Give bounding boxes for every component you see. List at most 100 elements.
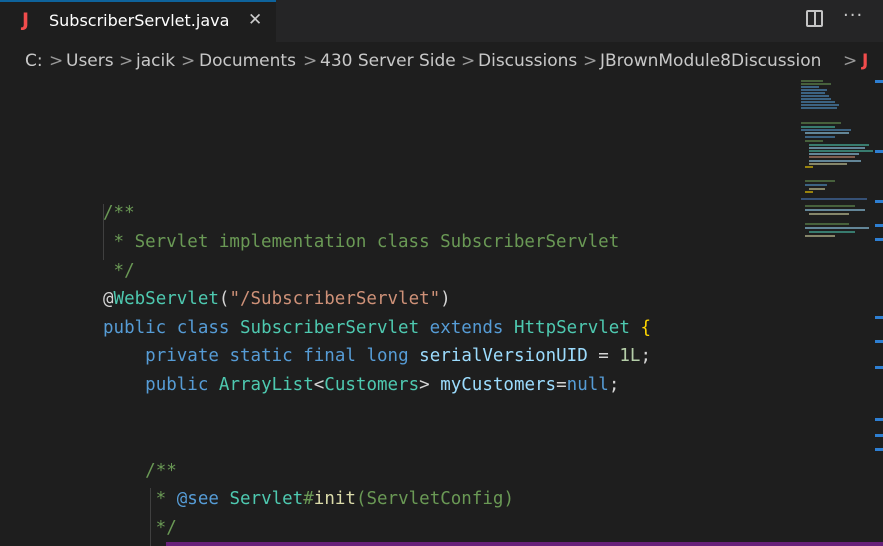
breadcrumb-item[interactable]: Users	[66, 51, 114, 71]
minimap-line	[809, 163, 847, 165]
code-line[interactable]: 19	[0, 142, 800, 170]
code-line[interactable]: 18	[0, 114, 800, 142]
minimap-line	[805, 140, 823, 142]
breadcrumb-item[interactable]: jacik	[136, 51, 175, 71]
code-text: /**	[103, 199, 135, 227]
minimap-line	[809, 147, 865, 149]
code-line[interactable]: 30 /**	[0, 457, 800, 485]
minimap-line	[801, 104, 839, 106]
minimap-line	[801, 101, 835, 103]
minimap-line	[801, 92, 825, 94]
code-token: init	[313, 489, 356, 510]
minimap-line	[809, 153, 859, 155]
editor-tab[interactable]: J SubscriberServlet.java ✕	[0, 0, 276, 42]
close-icon[interactable]: ✕	[248, 10, 262, 30]
code-token: ArrayList	[218, 375, 314, 395]
code-line[interactable]: 27 public ArrayList<Customers> myCustome…	[0, 371, 800, 399]
code-token: private	[145, 346, 219, 367]
minimap-line	[805, 136, 835, 138]
code-token: ;	[608, 375, 620, 395]
code-token: HttpServlet	[513, 317, 630, 338]
minimap[interactable]	[801, 78, 873, 248]
code-line[interactable]: 31 * @see Servlet#init(ServletConfig)	[0, 485, 800, 513]
code-line[interactable]: 32 */	[0, 514, 800, 542]
code-token: class	[176, 317, 230, 338]
code-token: {	[640, 317, 651, 338]
code-token: )	[440, 289, 451, 310]
code-line[interactable]: 24@WebServlet("/SubscriberServlet")	[0, 285, 800, 313]
split-editor-icon[interactable]	[806, 10, 823, 27]
minimap-line	[809, 231, 855, 233]
code-line[interactable]: 25public class SubscriberServlet extends…	[0, 314, 800, 342]
code-line[interactable]: 20	[0, 171, 800, 199]
code-line[interactable]: 17	[0, 85, 800, 113]
code-text: * @see Servlet#init(ServletConfig)	[103, 485, 514, 513]
code-text: public ArrayList<Customers> myCustomers=…	[103, 371, 619, 399]
code-line[interactable]: 28	[0, 400, 800, 428]
code-line[interactable]: 23 */	[0, 257, 800, 285]
minimap-line	[805, 205, 855, 207]
breadcrumb-item[interactable]: Discussions	[478, 51, 577, 71]
breadcrumb: C: Users jacik Documents 430 Server Side Disc…	[0, 48, 883, 78]
code-token: static	[229, 346, 293, 367]
code-token: */	[103, 518, 177, 538]
scrollbar-marker	[875, 448, 883, 451]
breadcrumb-separator: >	[119, 51, 134, 71]
code-token: =	[587, 346, 620, 367]
minimap-line	[809, 188, 825, 190]
minimap-line	[809, 144, 869, 146]
scrollbar-marker	[875, 224, 883, 227]
code-token: public	[103, 317, 167, 338]
breadcrumb-separator: >	[303, 51, 318, 71]
code-line[interactable]: 22 * Servlet implementation class Subscr…	[0, 228, 800, 256]
code-token: <	[313, 375, 325, 395]
minimap-line	[809, 150, 873, 152]
scrollbar-marker	[875, 200, 883, 203]
code-token: WebServlet	[113, 289, 219, 310]
code-token: /**	[103, 203, 135, 224]
breadcrumb-separator: >	[49, 51, 64, 71]
code-token: public	[145, 375, 209, 395]
scrollbar-marker	[875, 316, 883, 319]
minimap-line	[801, 98, 831, 100]
code-text: @WebServlet("/SubscriberServlet")	[103, 285, 451, 313]
breadcrumb-item[interactable]: Documents	[199, 51, 296, 71]
code-token: *	[103, 489, 177, 510]
code-line[interactable]: 26 private static final long serialVersi…	[0, 342, 800, 370]
breadcrumb-separator: >	[461, 51, 476, 71]
code-text: * Servlet implementation class Subscribe…	[103, 228, 620, 256]
code-line[interactable]: 21/**	[0, 199, 800, 227]
java-file-icon[interactable]: J	[862, 51, 868, 71]
code-token: SubscriberServlet	[240, 317, 420, 338]
minimap-line	[801, 129, 851, 131]
vertical-scrollbar[interactable]	[873, 78, 883, 546]
minimap-line	[805, 180, 835, 182]
minimap-line	[801, 122, 841, 124]
minimap-line	[809, 213, 849, 215]
breadcrumb-separator: >	[583, 51, 598, 71]
scrollbar-marker	[875, 80, 883, 83]
breadcrumb-separator: >	[843, 51, 858, 71]
more-actions-icon[interactable]: ···	[843, 5, 863, 26]
minimap-line	[801, 95, 829, 97]
minimap-line	[801, 80, 823, 82]
minimap-line	[805, 227, 869, 229]
code-token: #	[303, 489, 314, 510]
breadcrumb-item[interactable]: JBrownModule8Discussion	[600, 51, 821, 71]
code-line[interactable]: 29	[0, 428, 800, 456]
code-token: myCustomers	[440, 375, 557, 395]
scrollbar-marker	[875, 340, 883, 343]
code-token: 1L	[619, 346, 641, 367]
minimap-line	[805, 184, 827, 186]
code-token: (ServletConfig)	[355, 489, 514, 510]
breadcrumb-item[interactable]: 430 Server Side	[320, 51, 456, 71]
breadcrumb-separator: >	[181, 51, 196, 71]
code-editor[interactable]: 1718192021/**22 * Servlet implementation…	[0, 78, 883, 546]
scrollbar-marker	[875, 418, 883, 421]
breadcrumb-item[interactable]: C:	[25, 51, 43, 71]
